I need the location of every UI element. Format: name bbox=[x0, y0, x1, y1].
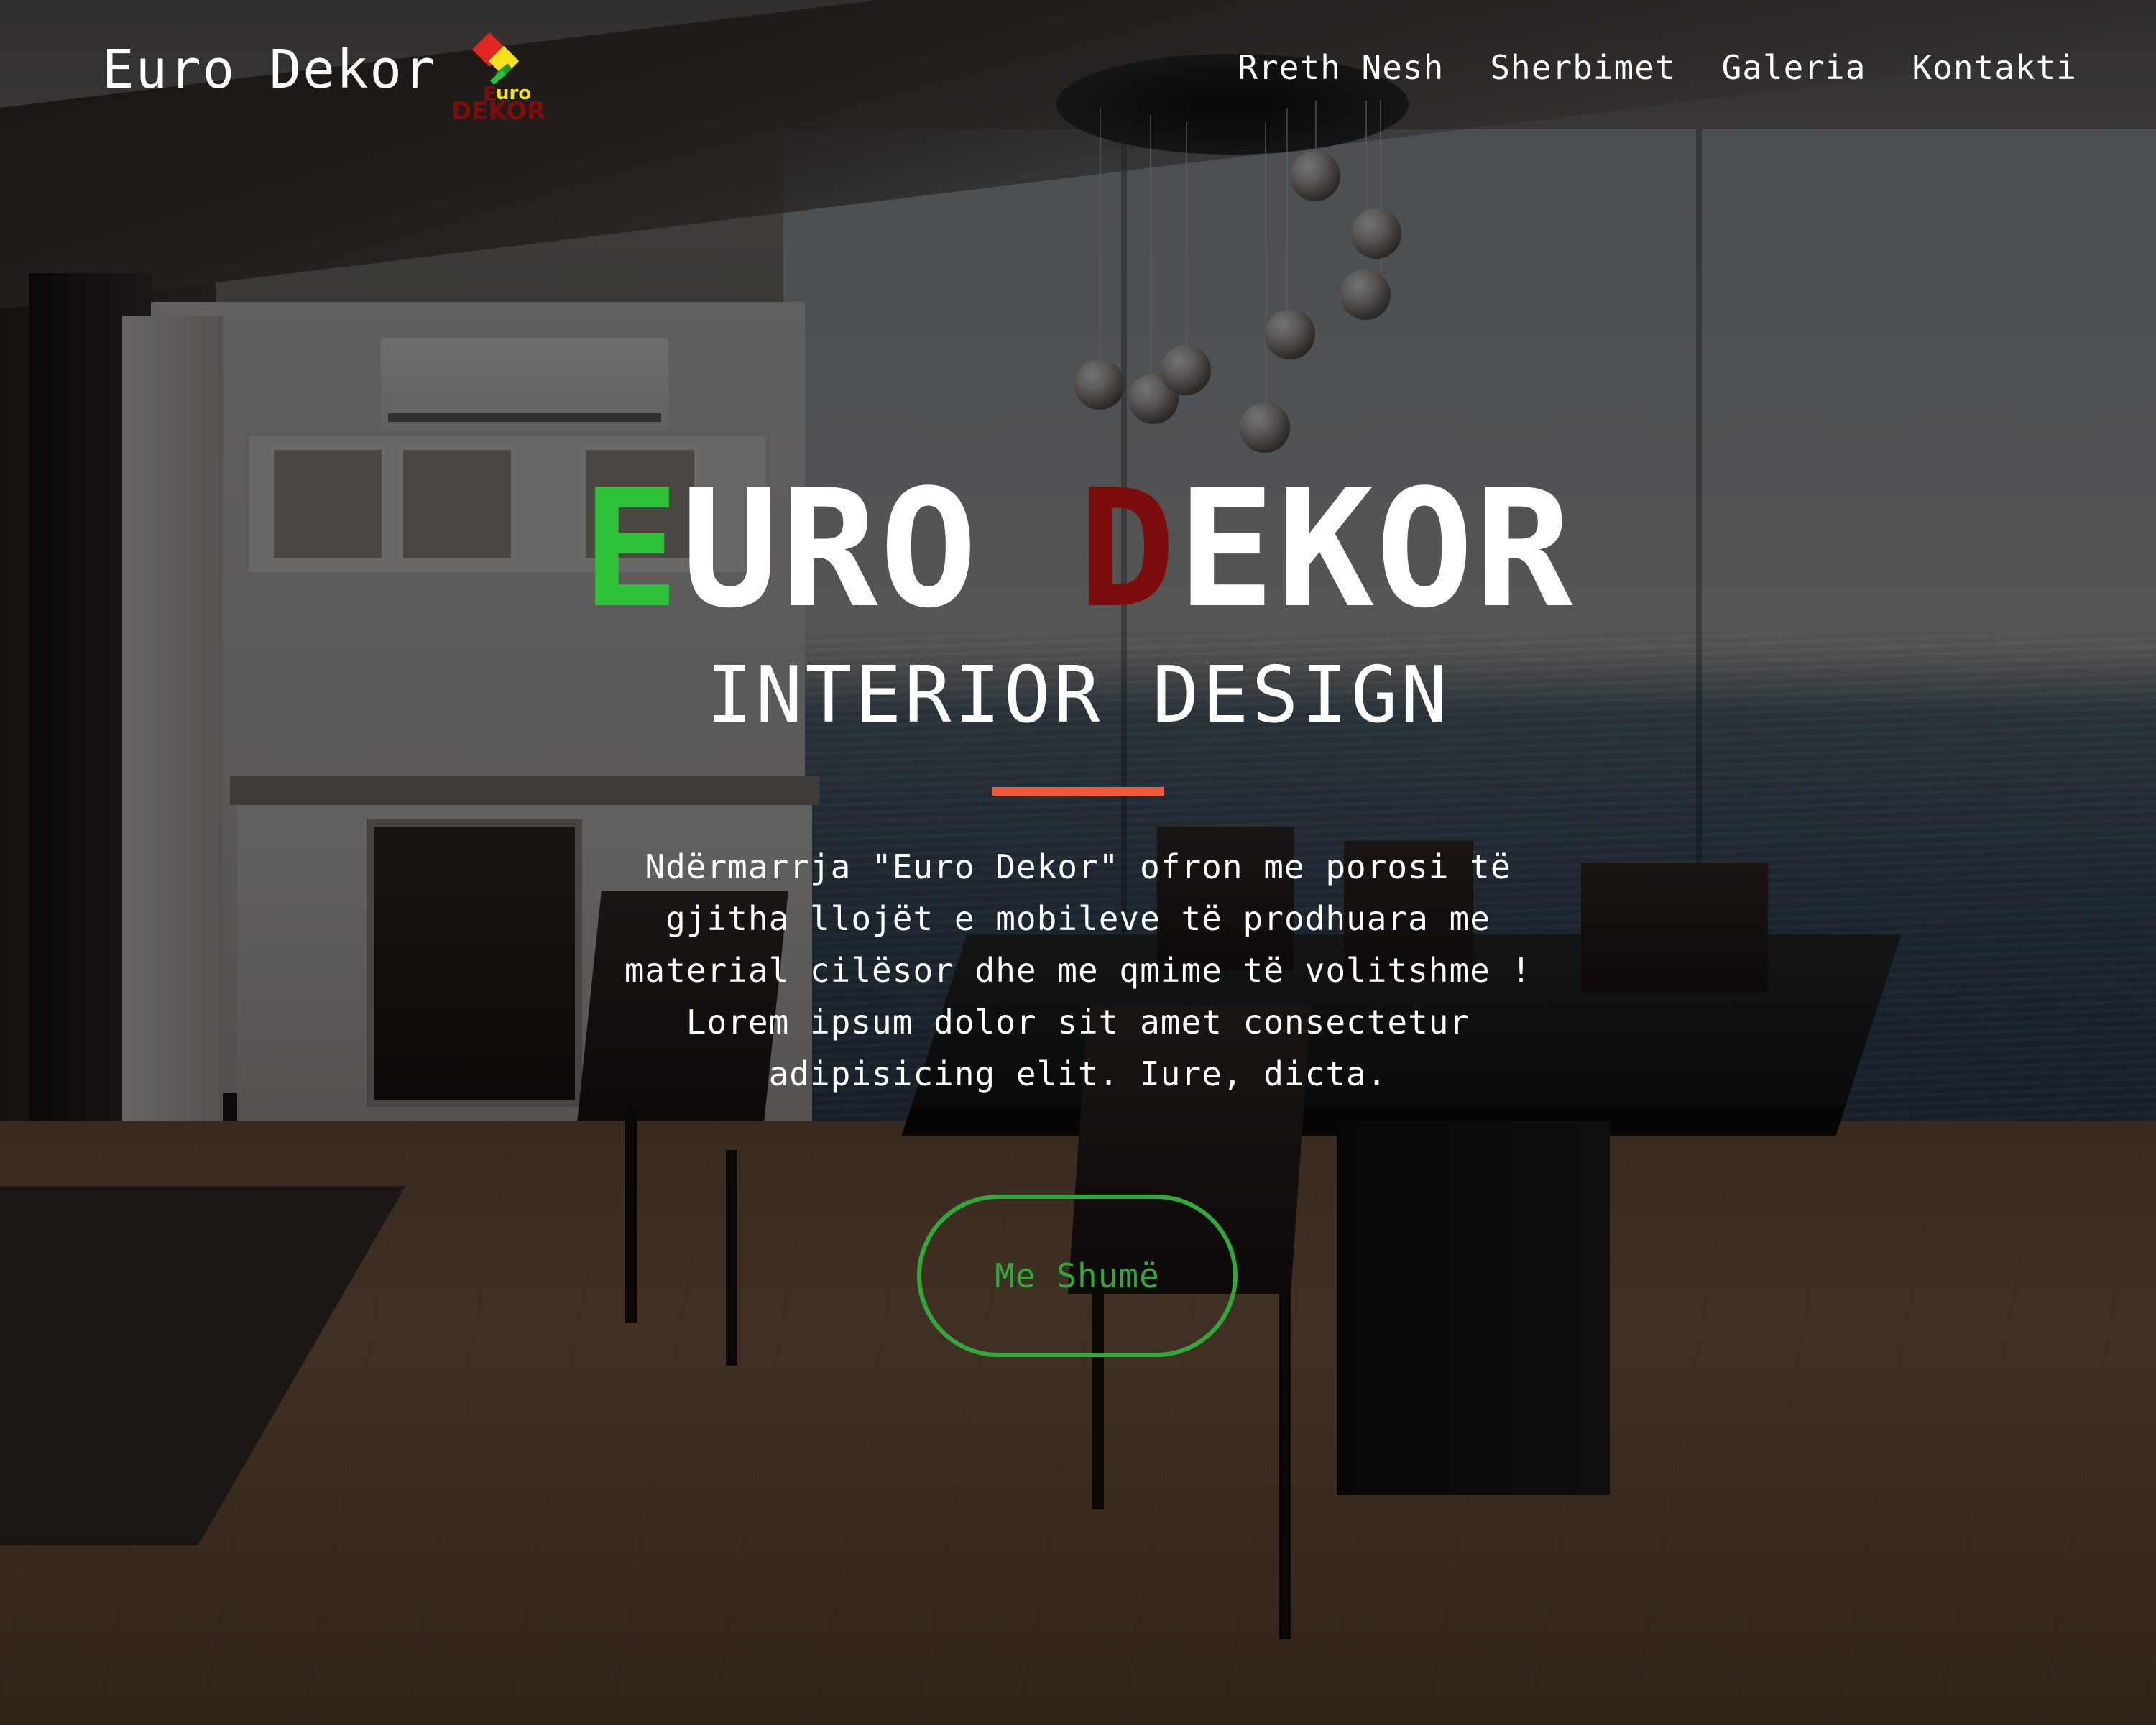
brand-name[interactable]: Euro Dekor bbox=[102, 37, 437, 102]
hero-title-space bbox=[979, 455, 1078, 644]
me-shume-button[interactable]: Me Shumë bbox=[917, 1195, 1238, 1357]
nav-item-rreth-nesh[interactable]: Rreth Nesh bbox=[1238, 46, 1444, 89]
hero-title-word1-rest: URO bbox=[681, 455, 979, 644]
hero-description: Ndërmarrja "Euro Dekor" ofron me porosi … bbox=[624, 847, 1532, 1093]
logo-bottom-text: DEKOR bbox=[451, 97, 545, 126]
hero-divider bbox=[992, 787, 1164, 796]
nav-item-kontakti[interactable]: Kontakti bbox=[1912, 46, 2077, 89]
hero-subtitle: INTERIOR DESIGN bbox=[706, 650, 1450, 740]
site-header: Euro Dekor E uro DEKOR Rreth Nesh Sherbi… bbox=[0, 0, 2156, 144]
hero-title-letter-e: E bbox=[581, 455, 681, 644]
hero-title: EURO DEKOR bbox=[0, 467, 2156, 632]
main-nav: Rreth Nesh Sherbimet Galeria Kontakti bbox=[1238, 46, 2077, 89]
nav-item-galeria[interactable]: Galeria bbox=[1722, 46, 1866, 89]
nav-item-sherbimet[interactable]: Sherbimet bbox=[1490, 46, 1675, 89]
hero-title-letter-d: D bbox=[1078, 455, 1178, 644]
hero-title-word2-rest: EKOR bbox=[1177, 455, 1575, 644]
euro-dekor-logo-icon[interactable]: E uro DEKOR bbox=[451, 29, 548, 129]
